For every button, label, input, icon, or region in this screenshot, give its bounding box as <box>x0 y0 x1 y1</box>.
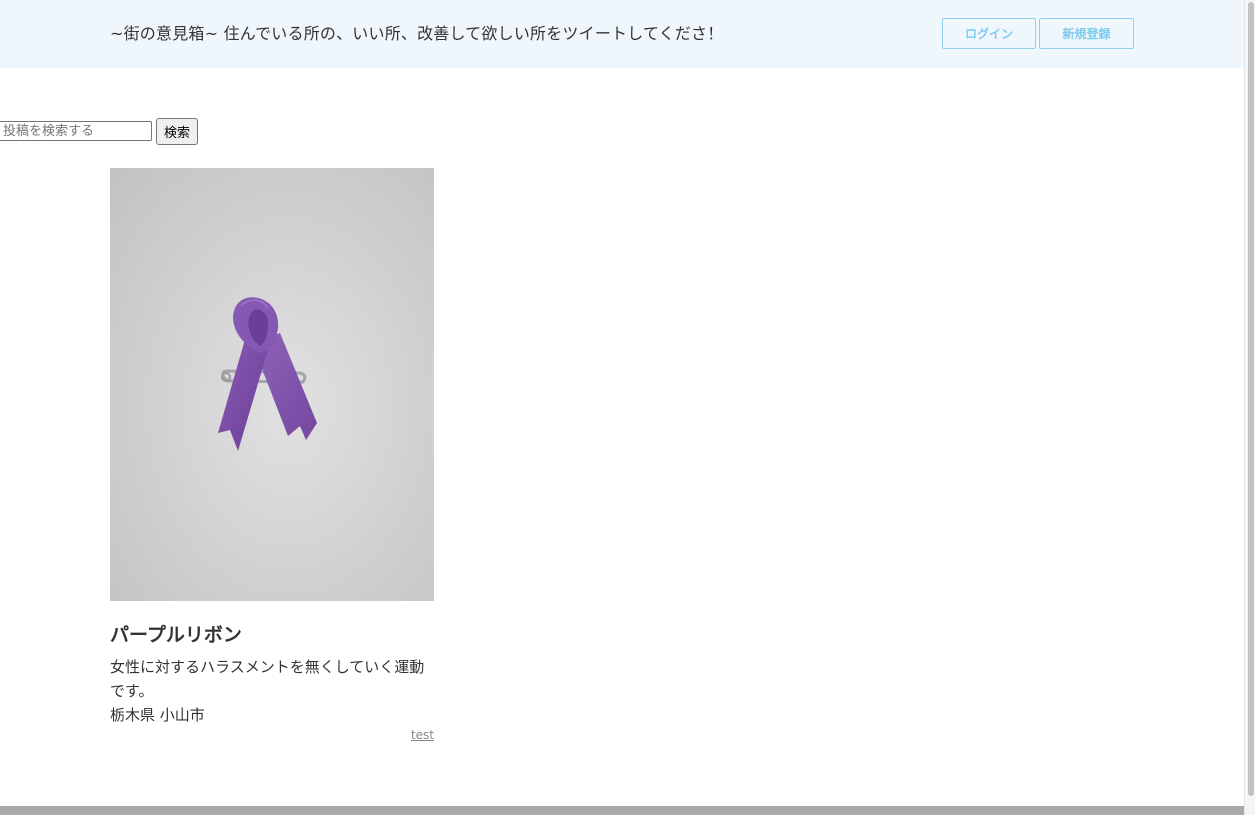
login-button[interactable]: ログイン <box>942 18 1036 49</box>
post-location: 栃木県 小山市 <box>110 706 205 724</box>
search-button[interactable]: 検索 <box>156 118 198 145</box>
site-header: ~街の意見箱~ 住んでいる所の、いい所、改善して欲しい所をツイートしてくださ！ … <box>0 0 1244 68</box>
site-title: ~街の意見箱~ 住んでいる所の、いい所、改善して欲しい所をツイートしてくださ！ <box>110 24 724 43</box>
search-input[interactable] <box>0 121 152 141</box>
post-image[interactable] <box>110 168 434 601</box>
vertical-scrollbar[interactable] <box>1244 0 1255 815</box>
purple-ribbon-photo-icon <box>110 168 434 601</box>
signup-button[interactable]: 新規登録 <box>1039 18 1134 49</box>
post-user-link[interactable]: test <box>411 728 434 742</box>
footer-bar <box>0 806 1244 815</box>
page: ~街の意見箱~ 住んでいる所の、いい所、改善して欲しい所をツイートしてくださ！ … <box>0 0 1255 815</box>
scrollbar-thumb[interactable] <box>1248 2 1254 796</box>
post-description: 女性に対するハラスメントを無くしていく運動です。 <box>110 658 425 700</box>
post-title[interactable]: パープルリボン <box>110 620 242 647</box>
